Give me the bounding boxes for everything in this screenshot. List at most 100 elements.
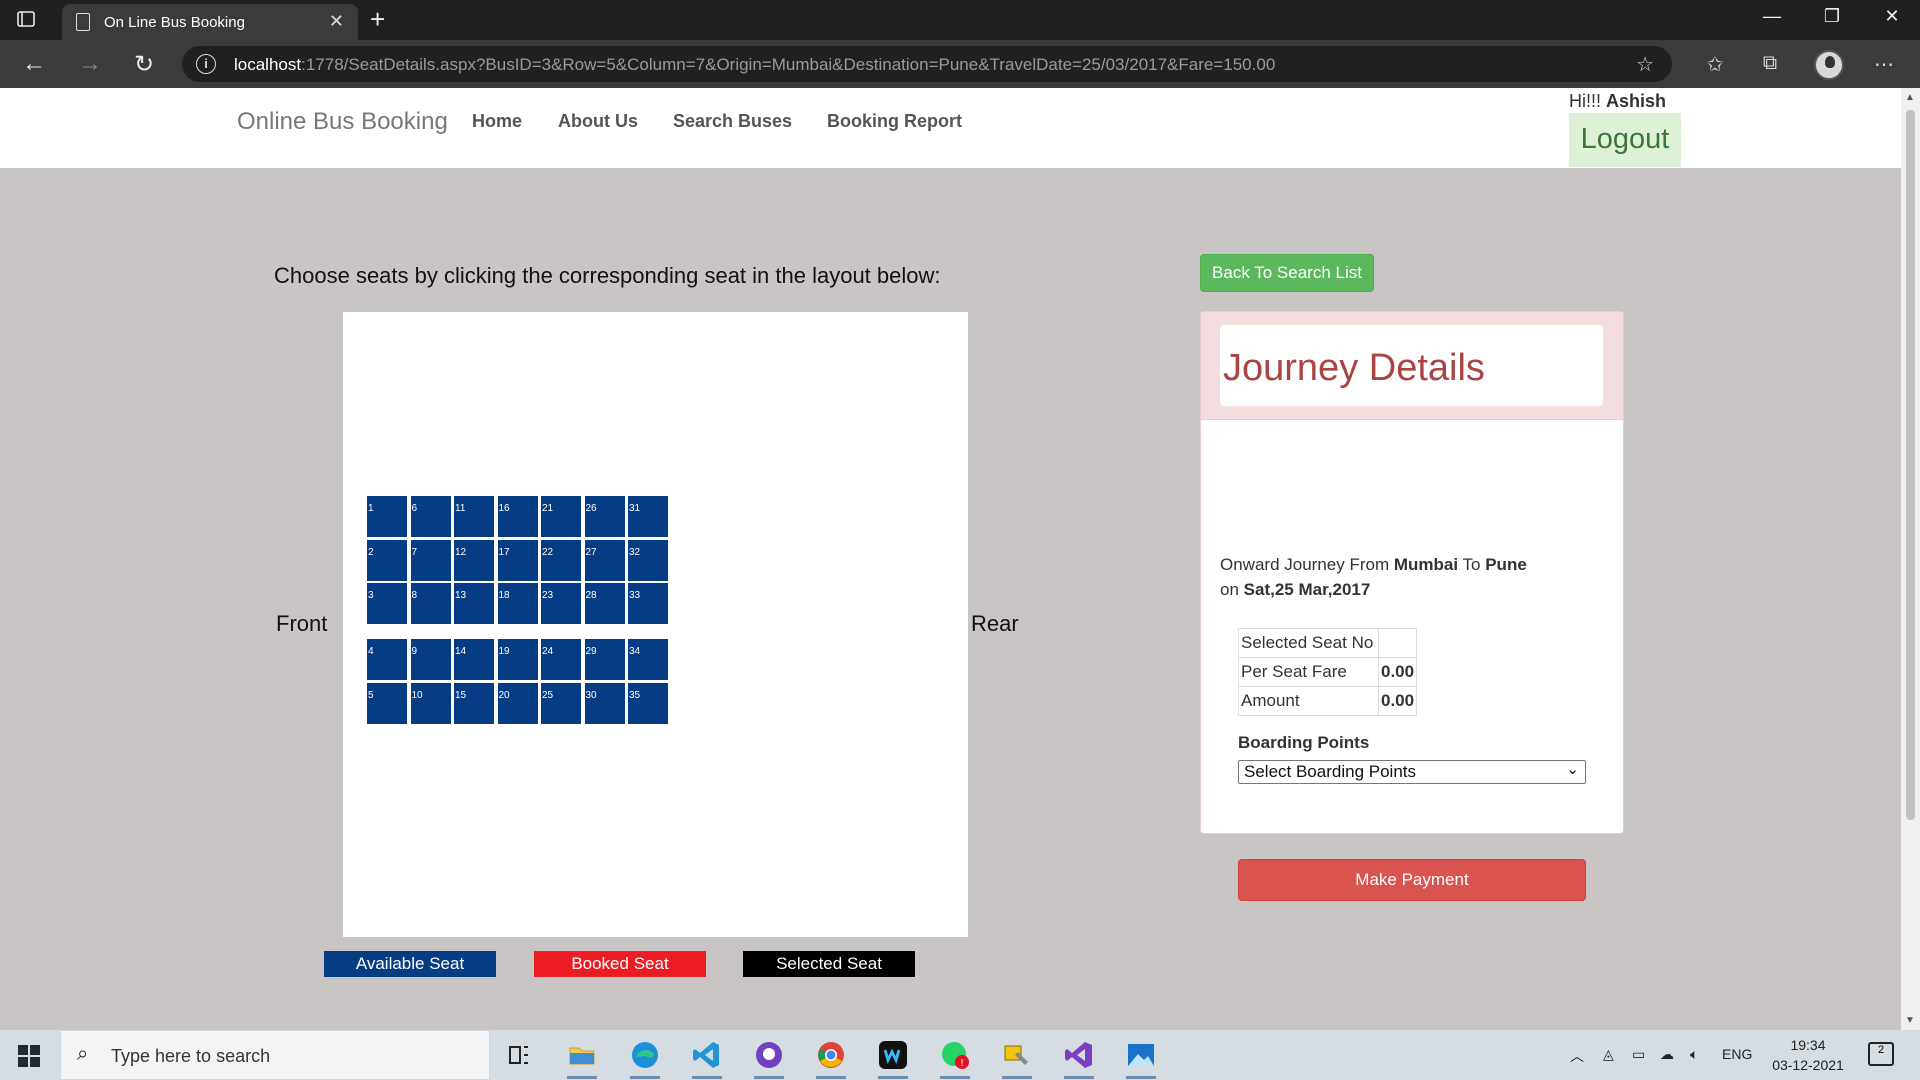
close-window-icon[interactable]: ✕ <box>1872 6 1912 27</box>
minimize-icon[interactable]: — <box>1752 6 1792 27</box>
seat-7[interactable]: 7 <box>410 539 453 581</box>
restore-icon[interactable]: ❐ <box>1812 6 1852 27</box>
scrollbar-thumb[interactable] <box>1906 110 1915 820</box>
file-explorer-icon[interactable] <box>565 1038 599 1079</box>
seat-33[interactable]: 33 <box>628 583 670 624</box>
user-greeting: Hi!!! Ashish <box>1569 91 1667 111</box>
seat-1[interactable]: 1 <box>367 496 409 537</box>
url-text[interactable]: localhost:1778/SeatDetails.aspx?BusID=3&… <box>234 55 1275 75</box>
seat-23[interactable]: 23 <box>541 583 583 624</box>
chevron-up-icon[interactable]: ︿ <box>1570 1046 1584 1066</box>
seat-10[interactable]: 10 <box>410 682 453 724</box>
more-options-icon[interactable]: ⋯ <box>1870 52 1898 77</box>
back-to-search-button[interactable]: Back To Search List <box>1200 254 1374 292</box>
seat-27[interactable]: 27 <box>584 539 627 581</box>
seat-14[interactable]: 14 <box>454 639 496 680</box>
logout-button[interactable]: Logout <box>1569 113 1681 167</box>
seat-22[interactable]: 22 <box>541 539 583 581</box>
cloud-icon[interactable]: ☁ <box>1660 1046 1674 1063</box>
seat-19[interactable]: 19 <box>497 639 540 680</box>
language-indicator[interactable]: ENG <box>1722 1046 1752 1062</box>
seat-4[interactable]: 4 <box>367 639 409 680</box>
seat-28[interactable]: 28 <box>584 583 627 624</box>
journey-details-panel: Journey Details Onward Journey From Mumb… <box>1200 311 1624 901</box>
boarding-points-select[interactable]: Select Boarding Points ⌄ <box>1238 760 1586 784</box>
seat-32[interactable]: 32 <box>628 539 670 581</box>
seat-3[interactable]: 3 <box>367 583 409 624</box>
seat-2[interactable]: 2 <box>367 539 409 581</box>
nav-home[interactable]: Home <box>472 111 522 132</box>
seat-13[interactable]: 13 <box>454 583 496 624</box>
front-label: Front <box>276 611 328 636</box>
webex-icon[interactable] <box>876 1038 910 1079</box>
volume-icon[interactable]: 🔈︎ <box>1690 1046 1698 1063</box>
seat-8[interactable]: 8 <box>410 583 453 624</box>
tab-actions-icon[interactable] <box>16 9 38 31</box>
taskbar-search-placeholder: Type here to search <box>111 1046 271 1066</box>
seat-18[interactable]: 18 <box>497 583 540 624</box>
seat-29[interactable]: 29 <box>584 639 627 680</box>
seat-21[interactable]: 21 <box>541 496 583 537</box>
seat-24[interactable]: 24 <box>541 639 583 680</box>
seat-25[interactable]: 25 <box>541 682 583 724</box>
page-scrollbar[interactable]: ▲ ▼ <box>1901 88 1920 1030</box>
seat-17[interactable]: 17 <box>497 539 540 581</box>
collections-icon[interactable]: ⧉ <box>1756 52 1784 75</box>
seat-6[interactable]: 6 <box>410 496 453 537</box>
seat-26[interactable]: 26 <box>584 496 627 537</box>
seat-layout: 1 6 11 16 21 26 31 2 7 12 17 22 27 32 3 8 13 18 23 28 33 4 9 14… <box>343 312 968 937</box>
seat-31[interactable]: 31 <box>628 496 670 537</box>
scroll-down-icon[interactable]: ▼ <box>1905 1015 1915 1026</box>
forward-icon[interactable]: → <box>74 50 106 78</box>
edge-browser-icon[interactable] <box>628 1038 662 1079</box>
whatsapp-icon[interactable]: ! <box>938 1038 972 1079</box>
system-tool-icon[interactable] <box>1000 1038 1034 1079</box>
close-tab-icon[interactable]: ✕ <box>329 11 344 32</box>
seat-34[interactable]: 34 <box>628 639 670 680</box>
network-icon[interactable]: ◬ <box>1603 1046 1614 1063</box>
taskbar-search[interactable]: ⌕ Type here to search <box>60 1030 490 1080</box>
visual-studio-icon[interactable] <box>1062 1038 1096 1079</box>
vscode-icon[interactable] <box>690 1038 724 1079</box>
rear-label: Rear <box>971 611 1019 636</box>
scroll-up-icon[interactable]: ▲ <box>1905 92 1915 103</box>
nav-search-buses[interactable]: Search Buses <box>673 111 792 132</box>
panel-title-box: Journey Details <box>1220 325 1603 406</box>
seat-20[interactable]: 20 <box>497 682 540 724</box>
nav-about-us[interactable]: About Us <box>558 111 638 132</box>
browser-toolbar: ← → ↻ i localhost:1778/SeatDetails.aspx?… <box>0 40 1920 88</box>
nav-booking-report[interactable]: Booking Report <box>827 111 962 132</box>
github-desktop-icon[interactable] <box>752 1038 786 1079</box>
seat-11[interactable]: 11 <box>454 496 496 537</box>
notification-icon[interactable]: 2 <box>1868 1042 1894 1066</box>
seat-instruction: Choose seats by clicking the correspondi… <box>274 263 941 288</box>
add-favorite-icon[interactable]: ☆ <box>1636 52 1654 77</box>
windows-start-icon[interactable] <box>18 1045 40 1067</box>
seat-35[interactable]: 35 <box>628 682 670 724</box>
panel-heading: Journey Details <box>1201 312 1623 420</box>
seat-5[interactable]: 5 <box>367 682 409 724</box>
task-view-icon[interactable] <box>502 1038 536 1072</box>
back-icon[interactable]: ← <box>18 50 50 78</box>
seat-9[interactable]: 9 <box>410 639 453 680</box>
favorites-icon[interactable]: ✩ <box>1701 52 1729 77</box>
site-brand[interactable]: Online Bus Booking <box>237 108 448 136</box>
chrome-icon[interactable] <box>814 1038 848 1079</box>
address-bar[interactable]: i localhost:1778/SeatDetails.aspx?BusID=… <box>182 46 1672 82</box>
battery-icon[interactable]: ▭ <box>1632 1046 1645 1063</box>
selected-seat-value <box>1377 628 1418 658</box>
table-row: Per Seat Fare 0.00 <box>1238 657 1418 687</box>
make-payment-button[interactable]: Make Payment <box>1238 859 1586 901</box>
info-icon[interactable]: i <box>196 54 216 74</box>
refresh-icon[interactable]: ↻ <box>128 50 160 79</box>
photos-icon[interactable] <box>1124 1038 1158 1079</box>
system-clock[interactable]: 19:34 03-12-2021 <box>1768 1035 1848 1075</box>
seat-15[interactable]: 15 <box>454 682 496 724</box>
profile-avatar[interactable] <box>1814 50 1844 80</box>
seat-30[interactable]: 30 <box>584 682 627 724</box>
journey-route: Onward Journey From Mumbai To Pune <box>1220 555 1527 574</box>
browser-tab[interactable]: On Line Bus Booking ✕ <box>62 4 358 40</box>
seat-16[interactable]: 16 <box>497 496 540 537</box>
new-tab-icon[interactable]: + <box>370 4 385 35</box>
seat-12[interactable]: 12 <box>454 539 496 581</box>
